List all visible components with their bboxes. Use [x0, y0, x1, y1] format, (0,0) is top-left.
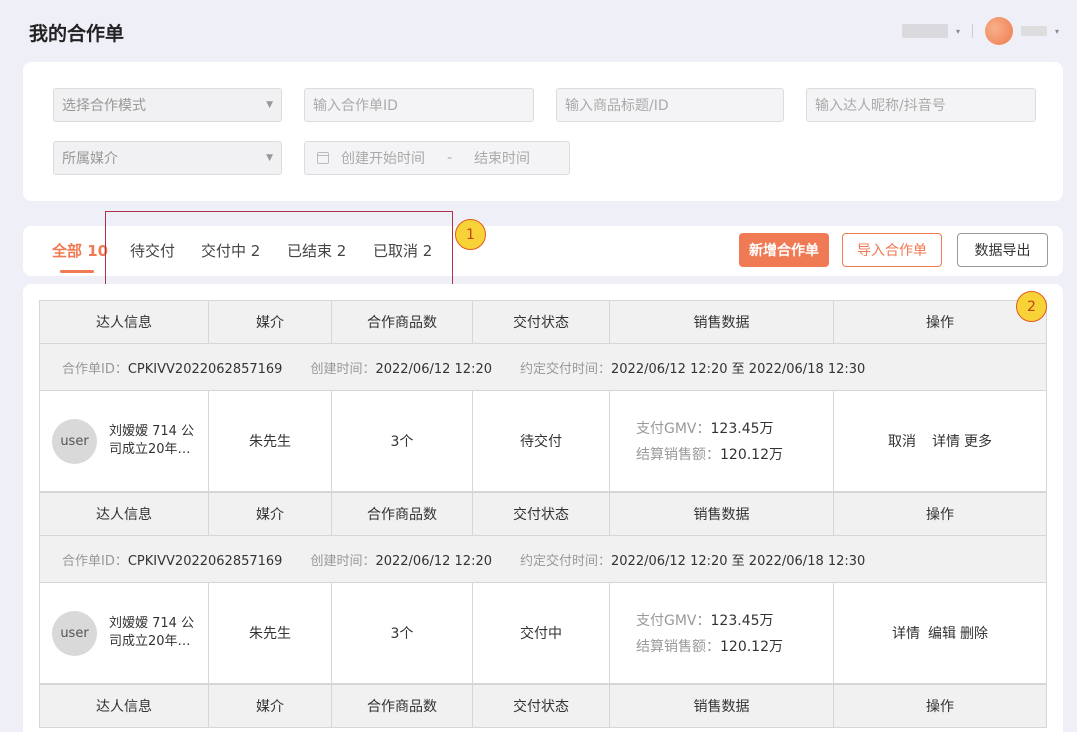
product-placeholder: 输入商品标题/ID	[565, 98, 669, 114]
actions-cell: 详情 编辑 删除	[834, 583, 1046, 683]
talent-name[interactable]: 刘嫒嫒 714 公司成立20年…	[109, 615, 197, 651]
col-header-product-count: 合作商品数	[332, 493, 473, 535]
col-header-sales: 销售数据	[610, 685, 834, 727]
settle-line: 结算销售额：120.12万	[636, 639, 783, 655]
order-card: 达人信息 媒介 合作商品数 交付状态 销售数据 操作	[39, 684, 1047, 728]
media-cell: 朱先生	[209, 391, 332, 491]
delivery-time: 约定交付时间：2022/06/12 12:20 至 2022/06/18 12:…	[520, 361, 866, 377]
caret-down-icon[interactable]: ▾	[956, 27, 960, 36]
more-link[interactable]: 更多	[964, 431, 992, 451]
col-header-sales: 销售数据	[610, 301, 834, 343]
product-search-input[interactable]: 输入商品标题/ID	[556, 88, 784, 122]
detail-link[interactable]: 详情	[932, 431, 960, 451]
gmv-line: 支付GMV：123.45万	[636, 613, 774, 629]
talent-info: user 刘嫒嫒 714 公司成立20年…	[40, 391, 209, 491]
media-placeholder: 所属媒介	[62, 151, 118, 167]
annotation-marker-1: 1	[455, 219, 486, 250]
filter-panel: 选择合作模式 ▼ 输入合作单ID 输入商品标题/ID 输入达人昵称/抖音号 所属…	[23, 62, 1063, 201]
coop-mode-placeholder: 选择合作模式	[62, 98, 146, 114]
media-cell: 朱先生	[209, 583, 332, 683]
col-header-product-count: 合作商品数	[332, 685, 473, 727]
order-card: 达人信息 媒介 合作商品数 交付状态 销售数据 操作 合作单ID：CPKIVV2…	[39, 492, 1047, 684]
avatar[interactable]: user	[52, 610, 97, 656]
cancel-link[interactable]: 取消	[888, 431, 916, 451]
detail-link[interactable]: 详情	[892, 623, 920, 643]
blurred-org-name	[901, 24, 948, 38]
col-header-sales: 销售数据	[610, 493, 834, 535]
table-header: 达人信息 媒介 合作商品数 交付状态 销售数据 操作	[40, 301, 1046, 344]
media-select[interactable]: 所属媒介 ▼	[53, 141, 282, 175]
user-menu[interactable]: ▾ ▾	[901, 16, 1059, 46]
order-id-input[interactable]: 输入合作单ID	[304, 88, 534, 122]
actions-cell: 取消 详情 更多	[834, 391, 1046, 491]
table-header: 达人信息 媒介 合作商品数 交付状态 销售数据 操作	[40, 493, 1046, 536]
new-order-button[interactable]: 新增合作单	[739, 233, 829, 267]
talent-placeholder: 输入达人昵称/抖音号	[815, 98, 946, 114]
product-count-cell: 3个	[332, 391, 473, 491]
order-id: 合作单ID：CPKIVV2022062857169	[62, 553, 283, 569]
created-time: 创建时间：2022/06/12 12:20	[310, 361, 492, 377]
table-row: user 刘嫒嫒 714 公司成立20年… 朱先生 3个 交付中 支付GMV：1…	[40, 583, 1046, 683]
delivery-time: 约定交付时间：2022/06/12 12:20 至 2022/06/18 12:…	[520, 553, 866, 569]
col-header-status: 交付状态	[473, 301, 610, 343]
order-id: 合作单ID：CPKIVV2022062857169	[62, 361, 283, 377]
col-header-actions: 操作	[926, 699, 954, 715]
order-list: 达人信息 媒介 合作商品数 交付状态 销售数据 操作 合作单ID：CPKIVV2…	[23, 284, 1063, 732]
annotation-box	[105, 211, 453, 286]
order-meta: 合作单ID：CPKIVV2022062857169 创建时间：2022/06/1…	[40, 344, 1046, 391]
gmv-line: 支付GMV：123.45万	[636, 421, 774, 437]
caret-down-icon[interactable]: ▾	[1055, 27, 1059, 36]
order-meta: 合作单ID：CPKIVV2022062857169 创建时间：2022/06/1…	[40, 536, 1046, 583]
date-separator: -	[447, 150, 453, 166]
col-header-media: 媒介	[209, 301, 332, 343]
col-header-talent: 达人信息	[40, 685, 209, 727]
order-id-placeholder: 输入合作单ID	[313, 98, 398, 114]
sales-cell: 支付GMV：123.45万 结算销售额：120.12万	[610, 583, 834, 683]
page-title: 我的合作单	[29, 23, 125, 45]
tab-all[interactable]: 全部 10	[52, 240, 108, 261]
annotation-marker-2: 2	[1016, 291, 1047, 322]
delete-link[interactable]: 删除	[960, 623, 988, 643]
user-avatar[interactable]	[984, 17, 1013, 45]
product-count-cell: 3个	[332, 583, 473, 683]
order-card: 达人信息 媒介 合作商品数 交付状态 销售数据 操作 合作单ID：CPKIVV2…	[39, 300, 1047, 492]
col-header-actions: 操作	[926, 315, 954, 331]
avatar[interactable]: user	[52, 418, 97, 464]
coop-mode-select[interactable]: 选择合作模式 ▼	[53, 88, 282, 122]
col-header-product-count: 合作商品数	[332, 301, 473, 343]
date-end[interactable]: 结束时间	[474, 148, 530, 168]
col-header-media: 媒介	[209, 685, 332, 727]
active-tab-indicator	[60, 270, 94, 273]
caret-down-icon: ▼	[266, 100, 273, 110]
date-start[interactable]: 创建开始时间	[341, 148, 425, 168]
col-header-media: 媒介	[209, 493, 332, 535]
col-header-status: 交付状态	[473, 493, 610, 535]
date-range-picker[interactable]: 创建开始时间 - 结束时间	[304, 141, 570, 175]
calendar-icon	[317, 152, 329, 164]
import-order-button[interactable]: 导入合作单	[842, 233, 942, 267]
col-header-actions: 操作	[926, 507, 954, 523]
caret-down-icon: ▼	[266, 153, 273, 163]
col-header-talent: 达人信息	[40, 493, 209, 535]
status-cell: 交付中	[473, 583, 610, 683]
col-header-talent: 达人信息	[40, 301, 209, 343]
status-cell: 待交付	[473, 391, 610, 491]
divider	[971, 24, 973, 38]
col-header-status: 交付状态	[473, 685, 610, 727]
table-row: user 刘嫒嫒 714 公司成立20年… 朱先生 3个 待交付 支付GMV：1…	[40, 391, 1046, 491]
settle-line: 结算销售额：120.12万	[636, 447, 783, 463]
sales-cell: 支付GMV：123.45万 结算销售额：120.12万	[610, 391, 834, 491]
edit-link[interactable]: 编辑	[928, 623, 956, 643]
table-header: 达人信息 媒介 合作商品数 交付状态 销售数据 操作	[40, 685, 1046, 728]
talent-search-input[interactable]: 输入达人昵称/抖音号	[806, 88, 1036, 122]
blurred-user-name	[1020, 26, 1047, 36]
talent-name[interactable]: 刘嫒嫒 714 公司成立20年…	[109, 423, 197, 459]
export-data-button[interactable]: 数据导出	[957, 233, 1048, 267]
talent-info: user 刘嫒嫒 714 公司成立20年…	[40, 583, 209, 683]
created-time: 创建时间：2022/06/12 12:20	[310, 553, 492, 569]
